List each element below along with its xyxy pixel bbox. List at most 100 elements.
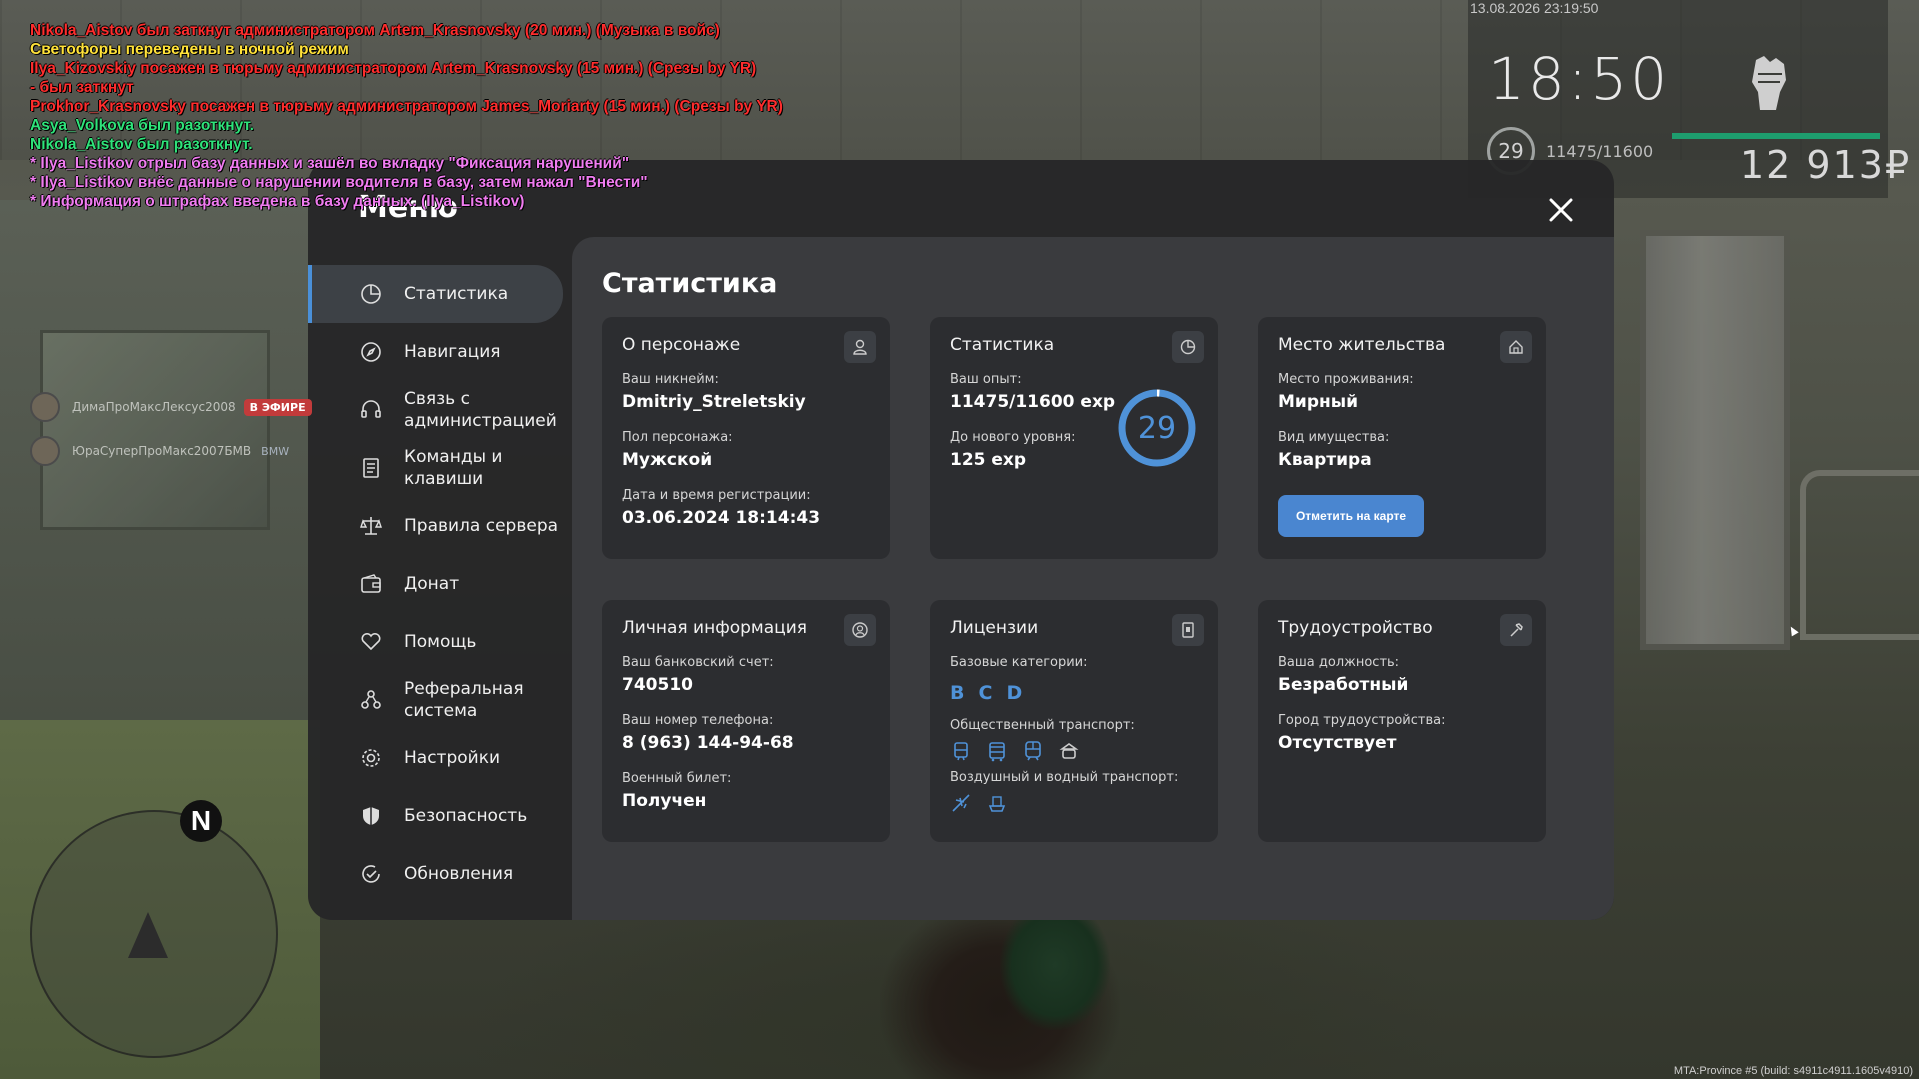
chat-line: * Информация о штрафах введена в базу да…	[30, 193, 525, 210]
property-type-value: Квартира	[1278, 450, 1372, 470]
property-type-label: Вид имущества:	[1278, 430, 1390, 445]
chat-line: Светофоры переведены в ночной режим	[30, 41, 349, 58]
base-categories: B C D	[950, 682, 1022, 704]
registration-value: 03.06.2024 18:14:43	[622, 508, 821, 528]
chat-line: Prokhor_Krasnovsky посажен в тюрьму адми…	[30, 98, 783, 115]
public-transport-label: Общественный транспорт:	[950, 718, 1135, 733]
base-categories-label: Базовые категории:	[950, 655, 1088, 670]
air-water-label: Воздушный и водный транспорт:	[950, 770, 1179, 785]
gender-value: Мужской	[622, 450, 713, 470]
nickname-value: Dmitriy_Streletskiy	[622, 392, 806, 412]
document-icon	[358, 455, 384, 481]
sidebar-item-label: Помощь	[404, 632, 477, 652]
voice-chat-list: ДимаПроМаксЛексус2008 В ЭФИРЕ ЮраСуперПр…	[30, 390, 312, 478]
sidebar-item-label: Правила сервера	[404, 516, 559, 536]
page-title: Статистика	[602, 268, 778, 299]
military-label: Военный билет:	[622, 771, 732, 786]
card-employment: Трудоустройство Ваша должность: Безработ…	[1258, 600, 1546, 842]
voice-name: ЮраСуперПроМакс2007БМВ	[72, 444, 252, 458]
close-button[interactable]	[1543, 192, 1579, 228]
sidebar-item-label: Реферальная система	[404, 679, 524, 721]
referral-icon	[358, 687, 384, 713]
exp-value: 11475/11600 exp	[950, 392, 1116, 412]
chat-line: Ilya_Kizovskiy посажен в тюрьму админист…	[30, 60, 757, 77]
user-icon	[844, 331, 876, 363]
card-title: О персонаже	[622, 335, 741, 355]
sidebar-item-label: Обновления	[404, 864, 514, 884]
player-marker-icon	[128, 912, 168, 958]
sidebar-item-security[interactable]: Безопасность	[308, 787, 563, 845]
mark-on-map-button[interactable]: Отметить на карте	[1278, 495, 1424, 537]
sidebar-item-stats[interactable]: Статистика	[308, 265, 563, 323]
sidebar-item-label: Донат	[404, 574, 460, 594]
chat-log: Nikola_Aistov был заткнут администраторо…	[30, 21, 930, 211]
card-licenses: Лицензии Базовые категории: B C D Общест…	[930, 600, 1218, 842]
card-residence: Место жительства Место проживания: Мирны…	[1258, 317, 1546, 559]
card-personal-info: Личная информация Ваш банковский счет: 7…	[602, 600, 890, 842]
sidebar-item-rules[interactable]: Правила сервера	[308, 497, 563, 555]
close-icon	[1549, 198, 1573, 222]
sidebar-item-referral[interactable]: Реферальная система	[308, 671, 563, 729]
bus-icon	[986, 740, 1008, 762]
next-level-value: 125 exp	[950, 450, 1027, 470]
north-indicator: N	[180, 800, 222, 842]
sidebar-item-settings[interactable]: Настройки	[308, 729, 563, 787]
card-title: Личная информация	[622, 618, 808, 638]
military-value: Получен	[622, 791, 707, 811]
card-title: Статистика	[950, 335, 1055, 355]
sidebar-item-updates[interactable]: Обновления	[308, 845, 563, 903]
bank-value: 740510	[622, 675, 693, 695]
job-city-value: Отсутствует	[1278, 733, 1397, 753]
hammer-icon	[1500, 614, 1532, 646]
sidebar-item-admin-contact[interactable]: Связь с администрацией	[308, 381, 563, 439]
plane-icon	[950, 792, 972, 814]
hud-exp: 11475/11600	[1546, 142, 1654, 161]
avatar	[30, 392, 60, 422]
license-category: C	[978, 682, 993, 704]
chat-line: * Ilya_Listikov отрыл базу данных и зашё…	[30, 155, 630, 172]
gender-label: Пол персонажа:	[622, 430, 733, 445]
user-circle-icon	[844, 614, 876, 646]
card-title: Место жительства	[1278, 335, 1446, 355]
sidebar-item-help[interactable]: Помощь	[308, 613, 563, 671]
hud-datetime: 13.08.2026 23:19:50	[1470, 0, 1599, 16]
voice-name: ДимаПроМаксЛексус2008	[72, 400, 236, 414]
sidebar-item-donate[interactable]: Донат	[308, 555, 563, 613]
sidebar-item-navigation[interactable]: Навигация	[308, 323, 563, 381]
sidebar-item-label: Безопасность	[404, 806, 528, 826]
registration-label: Дата и время регистрации:	[622, 488, 811, 503]
car-badge: BMW	[261, 444, 290, 458]
tram-icon	[950, 740, 972, 762]
position-label: Ваша должность:	[1278, 655, 1400, 670]
bench	[1800, 470, 1919, 640]
shield-icon	[358, 803, 384, 829]
menu-sidebar: Статистика Навигация Связь с администрац…	[308, 265, 563, 903]
voice-row: ДимаПроМаксЛексус2008 В ЭФИРЕ	[30, 390, 312, 424]
exp-label: Ваш опыт:	[950, 372, 1022, 387]
boat-icon	[986, 792, 1008, 814]
voice-row: ЮраСуперПроМакс2007БМВ BMW	[30, 434, 312, 468]
hud-clock: 18:50	[1488, 45, 1671, 113]
phone-label: Ваш номер телефона:	[622, 713, 774, 728]
air-water-icons	[950, 792, 1008, 814]
sidebar-item-label: Настройки	[404, 748, 501, 768]
next-level-label: До нового уровня:	[950, 430, 1076, 445]
door	[1640, 230, 1790, 650]
position-value: Безработный	[1278, 675, 1409, 695]
sidebar-item-label: Статистика	[404, 284, 509, 304]
update-icon	[358, 861, 384, 887]
scales-icon	[358, 513, 384, 539]
chart-pie-icon	[358, 281, 384, 307]
avatar	[30, 436, 60, 466]
nickname-label: Ваш никнейм:	[622, 372, 719, 387]
level-value: 29	[1137, 410, 1177, 446]
license-category: D	[1006, 682, 1023, 704]
chat-line: Nikola_Aistov был разоткнут.	[30, 136, 253, 153]
chart-pie-icon	[1172, 331, 1204, 363]
bank-label: Ваш банковский счет:	[622, 655, 774, 670]
phone-value: 8 (963) 144-94-68	[622, 733, 794, 753]
sidebar-item-commands[interactable]: Команды и клавиши	[308, 439, 563, 497]
on-air-badge: В ЭФИРЕ	[243, 398, 312, 416]
train-icon	[1022, 740, 1044, 762]
public-transport-icons	[950, 740, 1080, 762]
